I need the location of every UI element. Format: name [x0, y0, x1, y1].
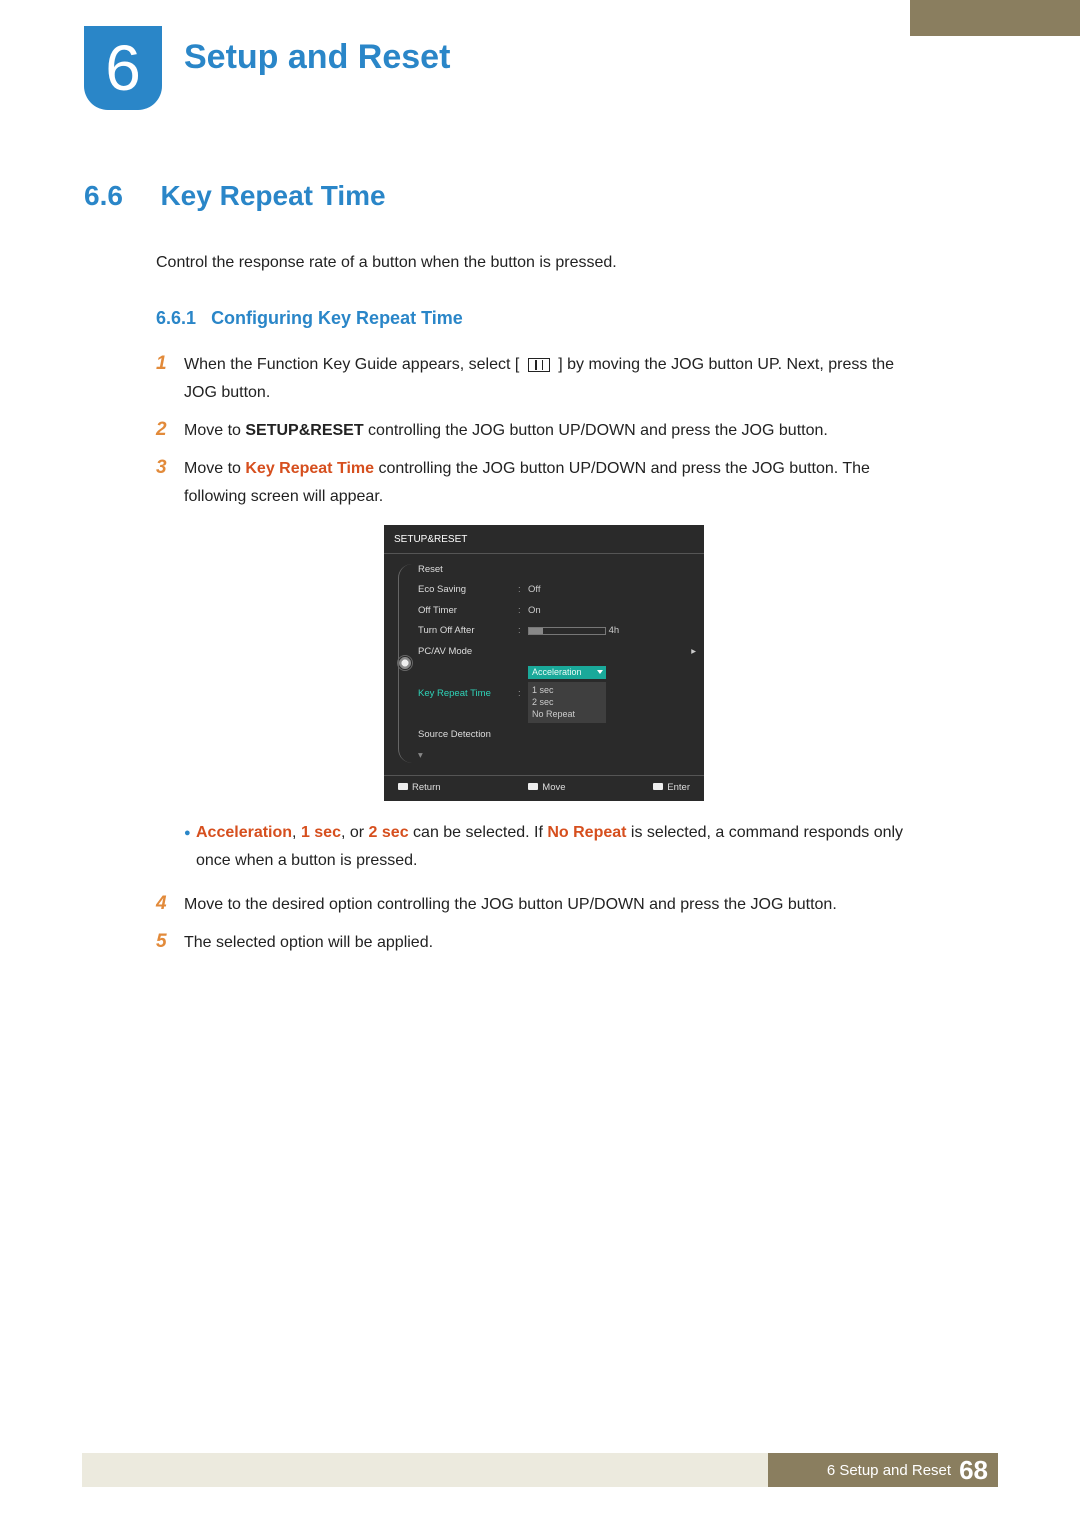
- step-text: Move to SETUP&RESET controlling the JOG …: [184, 417, 904, 445]
- osd-title: SETUP&RESET: [384, 529, 704, 554]
- footer-bar: [82, 1453, 768, 1487]
- steps-list: 1 When the Function Key Guide appears, s…: [156, 351, 904, 957]
- osd-row-key-repeat-time: Key Repeat Time: Acceleration 1 sec 2 se…: [418, 663, 696, 726]
- section-title: Key Repeat Time: [160, 180, 385, 212]
- slider-icon: [528, 627, 606, 635]
- note-text: Acceleration, 1 sec, or 2 sec can be sel…: [196, 819, 904, 875]
- osd-row-turn-off-after: Turn Off After: 4h: [418, 621, 696, 642]
- osd-dropdown-selected: Acceleration: [528, 666, 606, 679]
- osd-row-more-indicator: ▾: [418, 746, 696, 767]
- step-text: Move to Key Repeat Time controlling the …: [184, 455, 904, 881]
- osd-row-source-detection: Source Detection: [418, 725, 696, 746]
- osd-footer: Return Move Enter: [384, 775, 704, 802]
- osd-enter-label: Enter: [653, 780, 690, 797]
- section-heading: 6.6 Key Repeat Time: [84, 180, 904, 212]
- step-number: 3: [156, 455, 184, 482]
- section-number: 6.6: [84, 180, 156, 212]
- note-bullet-item: ● Acceleration, 1 sec, or 2 sec can be s…: [184, 819, 904, 875]
- subsection-number: 6.6.1: [156, 308, 196, 328]
- step-5: 5 The selected option will be applied.: [156, 929, 904, 957]
- osd-return-label: Return: [398, 780, 441, 797]
- osd-row-reset: Reset: [418, 560, 696, 581]
- page-footer: 6 Setup and Reset 68: [82, 1453, 998, 1487]
- header-accent-band: [910, 0, 1080, 36]
- subsection-heading: 6.6.1 Configuring Key Repeat Time: [156, 308, 904, 329]
- step-number: 5: [156, 929, 184, 956]
- step-3: 3 Move to Key Repeat Time controlling th…: [156, 455, 904, 881]
- osd-row-pcav-mode: PC/AV Mode▸: [418, 642, 696, 663]
- step-4: 4 Move to the desired option controlling…: [156, 891, 904, 919]
- step-text: The selected option will be applied.: [184, 929, 904, 957]
- step-text: When the Function Key Guide appears, sel…: [184, 351, 904, 407]
- osd-row-eco-saving: Eco Saving:Off: [418, 580, 696, 601]
- step-number: 4: [156, 891, 184, 918]
- osd-dropdown-options: 1 sec 2 sec No Repeat: [528, 682, 606, 723]
- step-number: 1: [156, 351, 184, 378]
- osd-row-off-timer: Off Timer:On: [418, 601, 696, 622]
- menu-icon: [528, 358, 550, 372]
- chapter-number: 6: [105, 36, 141, 100]
- footer-page-box: 6 Setup and Reset 68: [768, 1453, 998, 1487]
- bullet-icon: ●: [184, 819, 196, 875]
- osd-move-label: Move: [528, 780, 565, 797]
- chapter-tab: 6: [84, 26, 162, 110]
- osd-sidebar: [392, 560, 418, 767]
- page-content: 6.6 Key Repeat Time Control the response…: [84, 180, 904, 967]
- osd-screenshot: SETUP&RESET Reset Eco Saving:Off Off Tim…: [384, 525, 704, 801]
- chapter-title: Setup and Reset: [184, 38, 450, 77]
- step-text: Move to the desired option controlling t…: [184, 891, 904, 919]
- subsection-title: Configuring Key Repeat Time: [211, 308, 463, 328]
- footer-chapter-label: 6 Setup and Reset: [827, 1462, 951, 1479]
- step-number: 2: [156, 417, 184, 444]
- step-2: 2 Move to SETUP&RESET controlling the JO…: [156, 417, 904, 445]
- page-number: 68: [959, 1455, 988, 1486]
- section-description: Control the response rate of a button wh…: [156, 254, 904, 272]
- step-1: 1 When the Function Key Guide appears, s…: [156, 351, 904, 407]
